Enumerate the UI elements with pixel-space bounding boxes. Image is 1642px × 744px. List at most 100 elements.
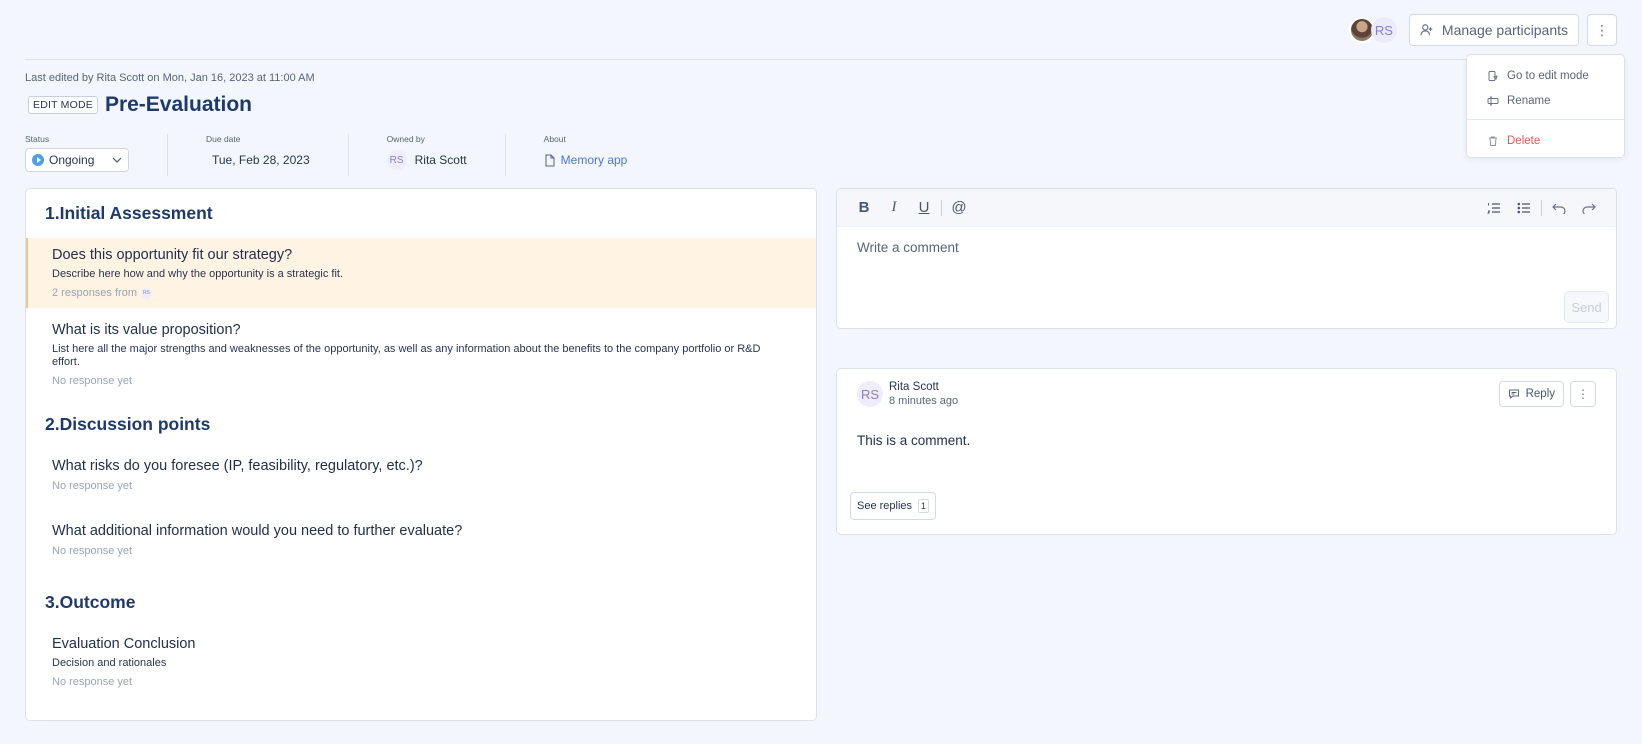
properties-row: Status Ongoing Due date Tue, Feb 28, 202… — [25, 134, 703, 176]
response-status: No response yet — [52, 375, 133, 387]
rename-icon — [1487, 96, 1499, 105]
toolbar-divider — [1541, 199, 1542, 216]
bold-button[interactable]: B — [849, 196, 879, 220]
see-replies-label: See replies — [857, 500, 913, 512]
response-status: No response yet — [52, 480, 133, 492]
due-date-property: Due date Tue, Feb 28, 2023 — [206, 134, 349, 176]
avatar: RS — [857, 381, 883, 407]
edit-mode-icon — [1488, 70, 1498, 81]
toolbar-divider — [941, 199, 942, 216]
response-status: 2 responses from RS — [52, 287, 790, 299]
status-select[interactable]: Ongoing — [25, 148, 129, 172]
menu-item-label: Rename — [1507, 94, 1551, 107]
reply-button[interactable]: Reply — [1498, 381, 1564, 407]
question-description: Describe here how and why the opportunit… — [52, 268, 344, 280]
question-title: Evaluation Conclusion — [52, 636, 196, 652]
toolbar-right — [1479, 196, 1604, 220]
more-options-button[interactable]: ⋮ — [1587, 14, 1617, 46]
menu-item-label: Delete — [1507, 134, 1541, 147]
underline-button[interactable]: U — [909, 196, 939, 220]
top-bar: RS Manage participants ⋮ — [25, 0, 1617, 60]
redo-icon — [1582, 203, 1596, 214]
edit-mode-badge: EDIT MODE — [28, 96, 98, 114]
manage-participants-button[interactable]: Manage participants — [1408, 14, 1579, 46]
title-row: EDIT MODE Pre-Evaluation — [28, 93, 252, 117]
trash-icon — [1489, 136, 1497, 146]
section-title: 3.Outcome — [45, 592, 136, 612]
status-property: Status Ongoing — [25, 134, 168, 176]
avatar-initials: RS — [1370, 17, 1397, 43]
bullet-list-button[interactable] — [1509, 196, 1539, 220]
question-title: What is its value proposition? — [52, 322, 241, 338]
comment-editor: B I U @ Write a comment Send — [836, 188, 1617, 329]
response-status: No response yet — [52, 676, 133, 688]
owned-by-property: Owned by RS Rita Scott — [386, 134, 506, 176]
send-button[interactable]: Send — [1564, 291, 1609, 323]
owner-name: Rita Scott — [414, 153, 467, 167]
italic-button[interactable]: I — [879, 196, 909, 220]
about-link[interactable]: Memory app — [561, 153, 628, 167]
menu-item-edit-mode[interactable]: Go to edit mode — [1467, 63, 1624, 88]
response-status: No response yet — [52, 545, 133, 557]
reply-label: Reply — [1525, 388, 1555, 400]
question-item[interactable]: Evaluation Conclusion Decision and ratio… — [26, 627, 816, 697]
comment-header: RS Rita Scott 8 minutes ago — [857, 381, 958, 407]
chevron-down-icon — [112, 157, 122, 163]
comment-author: Rita Scott — [889, 381, 939, 393]
menu-divider — [1467, 119, 1624, 120]
section-title: 2.Discussion points — [45, 414, 211, 434]
chat-icon — [1508, 389, 1519, 400]
owner-avatar: RS — [386, 150, 407, 170]
bullet-list-icon — [1517, 202, 1530, 213]
kebab-icon: ⋮ — [1595, 21, 1609, 38]
undo-button[interactable] — [1544, 196, 1574, 220]
responder-avatar: RS — [140, 287, 152, 299]
question-title: What risks do you foresee (IP, feasibili… — [52, 458, 423, 474]
comment-actions: Reply ⋮ — [1498, 381, 1596, 407]
menu-item-delete[interactable]: Delete — [1467, 128, 1624, 153]
question-title: Does this opportunity fit our strategy? — [52, 247, 293, 263]
participant-avatars[interactable]: RS — [1348, 17, 1397, 43]
comment-more-button[interactable]: ⋮ — [1570, 381, 1596, 407]
kebab-icon: ⋮ — [1577, 387, 1589, 401]
play-icon — [32, 154, 44, 166]
manage-participants-label: Manage participants — [1441, 22, 1568, 38]
section-title: 1.Initial Assessment — [45, 203, 213, 223]
question-item[interactable]: What risks do you foresee (IP, feasibili… — [26, 449, 816, 501]
redo-button[interactable] — [1574, 196, 1604, 220]
top-actions: RS Manage participants ⋮ — [1348, 14, 1617, 46]
comment-body: This is a comment. — [857, 433, 971, 448]
question-item[interactable]: Does this opportunity fit our strategy? … — [26, 238, 816, 308]
question-description: List here all the major strengths and we… — [52, 343, 761, 368]
owner-value[interactable]: RS Rita Scott — [386, 148, 467, 172]
page-title: Pre-Evaluation — [104, 93, 252, 116]
see-replies-button[interactable]: See replies 1 — [850, 492, 937, 520]
undo-icon — [1552, 203, 1566, 214]
comment-meta: Rita Scott 8 minutes ago — [889, 381, 958, 407]
question-item[interactable]: What is its value proposition? List here… — [26, 308, 816, 396]
ordered-list-icon — [1487, 202, 1500, 213]
last-edited-text: Last edited by Rita Scott on Mon, Jan 16… — [25, 72, 315, 84]
comment-time: 8 minutes ago — [889, 395, 959, 407]
question-title: What additional information would you ne… — [52, 523, 463, 539]
add-user-icon — [1420, 24, 1433, 36]
response-text: 2 responses from — [52, 287, 137, 299]
document-icon — [545, 154, 555, 166]
status-value: Ongoing — [49, 153, 95, 167]
question-description: Decision and rationales — [52, 657, 167, 669]
comment-card: RS Rita Scott 8 minutes ago Reply ⋮ This… — [836, 368, 1617, 535]
question-item[interactable]: What additional information would you ne… — [26, 501, 816, 566]
menu-item-label: Go to edit mode — [1507, 69, 1589, 82]
status-label: Status — [25, 134, 50, 144]
replies-count-badge: 1 — [918, 499, 930, 513]
questionnaire-panel: 1.Initial Assessment Does this opportuni… — [25, 188, 817, 721]
ordered-list-button[interactable] — [1479, 196, 1509, 220]
about-value[interactable]: Memory app — [544, 148, 628, 172]
comment-input[interactable]: Write a comment — [837, 227, 1616, 268]
due-date-value[interactable]: Tue, Feb 28, 2023 — [206, 148, 310, 172]
options-menu: Go to edit mode Rename Delete — [1466, 54, 1625, 158]
about-label: About — [543, 134, 566, 144]
menu-item-rename[interactable]: Rename — [1467, 88, 1624, 113]
about-property: About Memory app — [544, 134, 666, 176]
mention-button[interactable]: @ — [944, 196, 974, 220]
